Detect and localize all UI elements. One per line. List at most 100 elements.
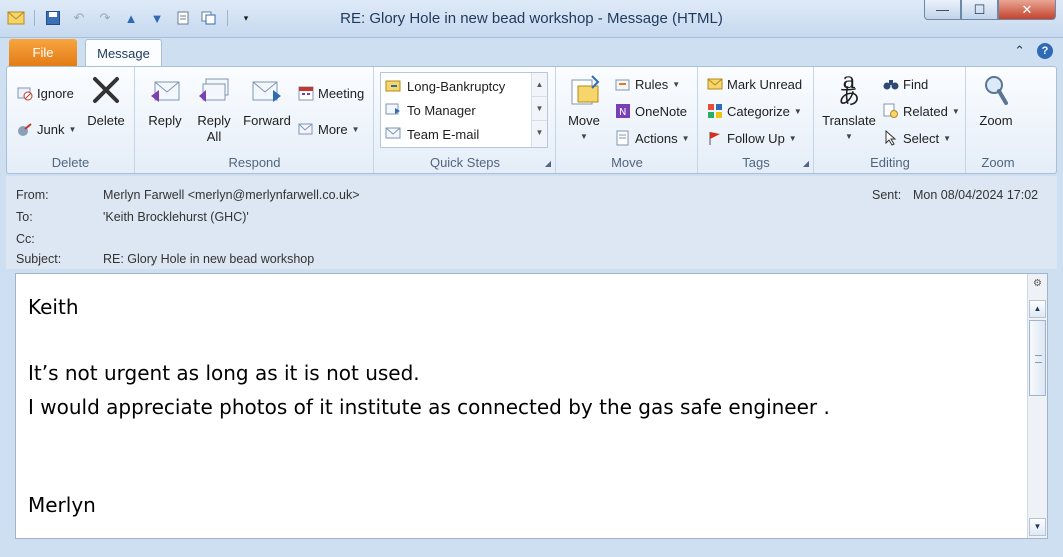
tags-group: Mark Unread Categorize ▼ Follow Up ▼ Tag… [699,67,814,173]
sent-label: Sent: [872,188,902,202]
onenote-label: OneNote [635,103,688,119]
categorize-button[interactable]: Categorize ▼ [707,103,802,119]
follow-up-button[interactable]: Follow Up ▼ [707,130,797,146]
reply-label: Reply [148,113,182,128]
message-header: From: Merlyn Farwell <merlyn@merlynfarwe… [6,176,1057,269]
cc-label: Cc: [16,232,35,246]
team-email-icon [385,125,401,144]
mark-unread-button[interactable]: Mark Unread [707,76,802,92]
reply-all-label-1: Reply [197,113,231,128]
forward-icon [251,73,283,107]
window-title: RE: Glory Hole in new bead workshop - Me… [340,10,723,27]
move-dropdown-icon: ▼ [580,132,588,141]
select-button[interactable]: Select ▼ [883,130,951,146]
rules-dropdown-icon: ▼ [672,79,681,89]
tab-message[interactable]: Message [85,39,162,67]
ignore-button[interactable]: Ignore [17,85,74,101]
rules-button[interactable]: Rules ▼ [615,76,680,92]
onenote-button[interactable]: N OneNote [615,103,687,119]
message-body[interactable]: Keith It’s not urgent as long as it is n… [15,273,1048,539]
translate-dropdown-icon: ▼ [845,132,853,141]
reply-all-label-2: All [206,129,222,144]
quick-steps-group: Long-Bankruptcy To Manager Team E-mail ▲… [375,67,556,173]
mark-unread-label: Mark Unread [727,76,803,92]
actions-icon [615,130,631,146]
ignore-label: Ignore [37,85,74,101]
move-button[interactable]: Move ▼ [563,73,605,145]
scroll-thumb[interactable] [1029,320,1046,396]
more-label: More [318,121,348,137]
from-label: From: [16,188,49,202]
vertical-scrollbar[interactable]: ⚙ ▲ ▼ [1027,274,1047,538]
zoom-button[interactable]: Zoom [973,73,1019,129]
view-options-icon[interactable]: ⚙ [1031,278,1044,291]
mark-unread-icon [707,76,723,92]
window-controls: — ☐ ✕ [924,0,1056,20]
actions-button[interactable]: Actions ▼ [615,130,690,146]
meeting-button[interactable]: Meeting [298,85,364,101]
delete-icon [90,73,122,107]
translate-icon: aあ [837,69,860,110]
reply-all-button[interactable]: Reply All [192,73,236,145]
grip-icon [1035,355,1042,363]
from-value[interactable]: Merlyn Farwell <merlyn@merlynfarwell.co.… [103,188,360,202]
quick-step-long-bankruptcy[interactable]: Long-Bankruptcy [385,77,505,96]
scroll-up-button[interactable]: ▲ [1029,300,1046,318]
scroll-down-button[interactable]: ▼ [1029,518,1046,536]
dialog-launcher-icon[interactable]: ◢ [803,159,809,168]
scroll-down-icon[interactable]: ▼ [532,97,547,121]
more-respond-button[interactable]: More ▼ [298,121,360,137]
select-dropdown-icon: ▼ [943,133,952,143]
subject-value: RE: Glory Hole in new bead workshop [103,252,315,266]
dialog-launcher-icon[interactable]: ◢ [545,159,551,168]
categorize-icon [707,103,723,119]
follow-up-dropdown-icon: ▼ [788,133,797,143]
respond-group: Reply Reply All Forward Meeting More ▼ R… [136,67,374,173]
forward-button[interactable]: Forward [240,73,294,129]
folder-move-icon [385,77,401,96]
to-value[interactable]: 'Keith Brocklehurst (GHC)' [103,210,249,224]
reply-button[interactable]: Reply [144,73,186,129]
related-button[interactable]: Related ▼ [883,103,960,119]
minimize-button[interactable]: — [924,0,961,20]
close-button[interactable]: ✕ [998,0,1056,20]
meeting-label: Meeting [318,85,365,101]
junk-button[interactable]: Junk ▼ [17,121,76,137]
delete-group: Ignore Junk ▼ Delete Delete [7,67,135,173]
quick-steps-group-label: Quick Steps [429,155,501,170]
minimize-ribbon-icon[interactable]: ⌃ [1014,43,1025,59]
flag-icon [707,130,723,146]
forward-label: Forward [243,113,291,128]
junk-icon [17,121,33,137]
maximize-button[interactable]: ☐ [961,0,998,20]
magnifier-icon [980,73,1012,107]
quick-step-team-email[interactable]: Team E-mail [385,125,479,144]
delete-button[interactable]: Delete [85,73,127,129]
move-label: Move [568,113,600,128]
expand-gallery-icon[interactable]: ▼ [532,121,547,145]
message-text: Keith It’s not urgent as long as it is n… [28,290,1017,522]
move-group-label: Move [611,155,643,170]
find-label: Find [903,76,929,92]
zoom-group-label: Zoom [981,155,1015,170]
quick-step-to-manager[interactable]: To Manager [385,101,476,120]
actions-label: Actions [635,130,678,146]
move-icon [568,73,600,107]
greeting: Keith [28,295,79,319]
zoom-group: Zoom Zoom [967,67,1029,173]
find-button[interactable]: Find [883,76,928,92]
help-icon[interactable]: ? [1037,43,1053,59]
subject-label: Subject: [16,252,62,266]
related-dropdown-icon: ▼ [951,106,960,116]
svg-text:N: N [619,107,626,118]
delete-group-label: Delete [51,155,90,170]
translate-button[interactable]: aあ Translate ▼ [819,69,879,145]
ignore-icon [17,85,33,101]
tab-file[interactable]: File [9,39,77,66]
scroll-up-icon[interactable]: ▲ [532,73,547,97]
to-label: To: [16,210,33,224]
forward-envelope-icon [385,101,401,120]
reply-all-icon [198,73,230,107]
